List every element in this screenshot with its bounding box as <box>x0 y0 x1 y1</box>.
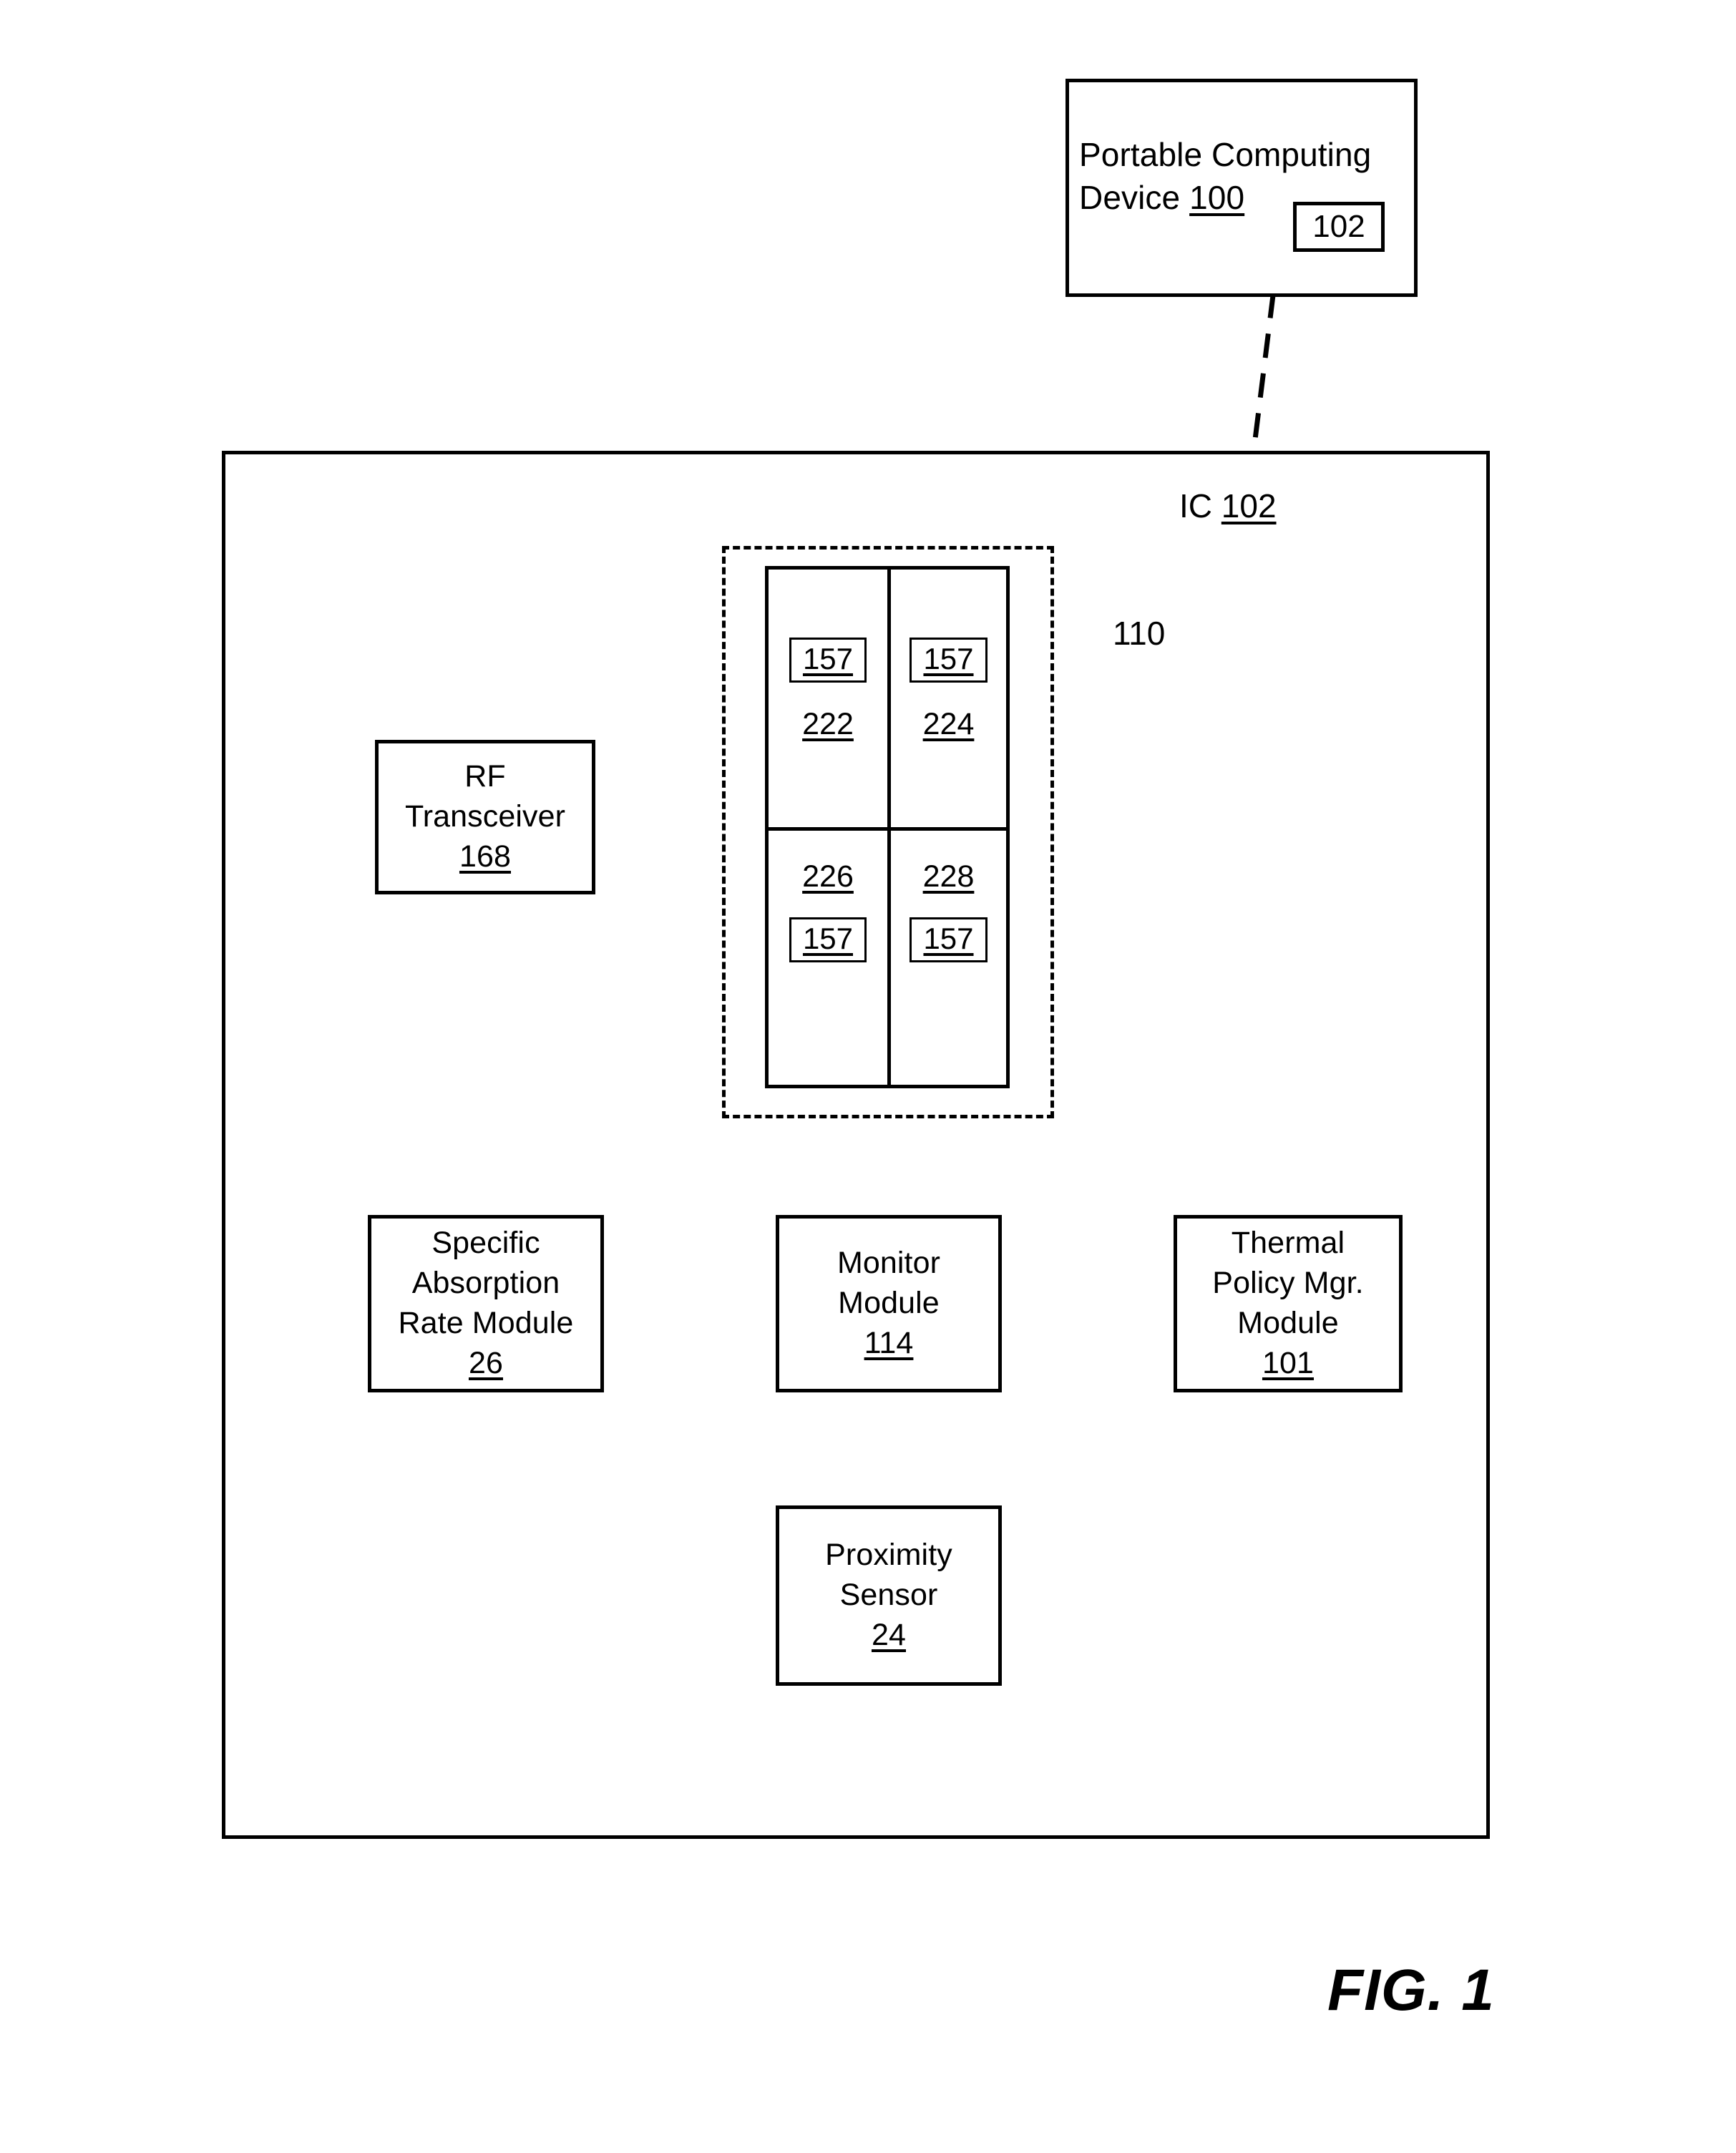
ic-chip-reference-number: 102 <box>1312 209 1365 245</box>
rf-transceiver-reference-number: 168 <box>459 839 512 874</box>
ic-chip-callout-box: 102 <box>1293 202 1385 252</box>
ic-label: IC 102 <box>1179 487 1277 525</box>
proximity-line-1: Proximity <box>825 1538 952 1573</box>
proximity-sensor-box: Proximity Sensor 24 <box>776 1505 1002 1686</box>
core-cell-224-reference-number: 224 <box>922 707 975 741</box>
rf-transceiver-line-2: Transceiver <box>404 799 566 834</box>
tpm-line-2: Policy Mgr. <box>1212 1266 1364 1301</box>
temperature-sensor-chip: 157 <box>910 638 988 683</box>
core-cell-226: 226 157 <box>769 827 887 1085</box>
tpm-line-1: Thermal <box>1231 1226 1345 1261</box>
figure-label: FIG. 1 <box>1327 1958 1495 2023</box>
monitor-module-box: Monitor Module 114 <box>776 1215 1002 1392</box>
monitor-reference-number: 114 <box>864 1325 914 1360</box>
sar-line-1: Specific <box>431 1226 540 1261</box>
sar-line-2: Absorption <box>411 1266 560 1301</box>
ic-reference-number: 102 <box>1221 487 1277 524</box>
thermal-policy-manager-module-box: Thermal Policy Mgr. Module 101 <box>1174 1215 1403 1392</box>
temperature-sensor-chip: 157 <box>789 917 867 962</box>
rf-transceiver-box: RF Transceiver 168 <box>375 740 595 894</box>
proximity-line-2: Sensor <box>839 1578 938 1613</box>
tpm-line-3: Module <box>1237 1306 1339 1340</box>
proximity-reference-number: 24 <box>871 1617 907 1652</box>
core-cell-224: 157 224 <box>887 570 1006 827</box>
core-cell-222-reference-number: 222 <box>802 707 854 741</box>
core-cell-228: 228 157 <box>887 827 1006 1085</box>
ic-label-prefix: IC <box>1179 487 1212 524</box>
figure-canvas: Portable Computing Device 100 102 IC 102… <box>0 0 1736 2153</box>
core-cell-228-reference-number: 228 <box>922 859 975 894</box>
monitor-line-2: Module <box>838 1286 940 1321</box>
temperature-sensor-chip: 157 <box>789 638 867 683</box>
rf-transceiver-line-1: RF <box>464 759 506 794</box>
sar-reference-number: 26 <box>468 1345 504 1380</box>
sar-line-3: Rate Module <box>398 1306 574 1340</box>
processing-core-grid: 157 222 157 224 226 157 228 157 <box>765 566 1010 1088</box>
pcd-title-line-1: Portable Computing <box>1079 136 1372 173</box>
pcd-reference-number: 100 <box>1189 178 1245 216</box>
specific-absorption-rate-module-box: Specific Absorption Rate Module 26 <box>368 1215 604 1392</box>
tpm-reference-number: 101 <box>1262 1345 1315 1380</box>
core-group-callout-label: 110 <box>1113 615 1166 652</box>
portable-computing-device-box: Portable Computing Device 100 102 <box>1066 79 1418 297</box>
core-cell-222: 157 222 <box>769 570 887 827</box>
monitor-line-1: Monitor <box>837 1246 941 1281</box>
temperature-sensor-chip: 157 <box>910 917 988 962</box>
core-cell-226-reference-number: 226 <box>802 859 854 894</box>
